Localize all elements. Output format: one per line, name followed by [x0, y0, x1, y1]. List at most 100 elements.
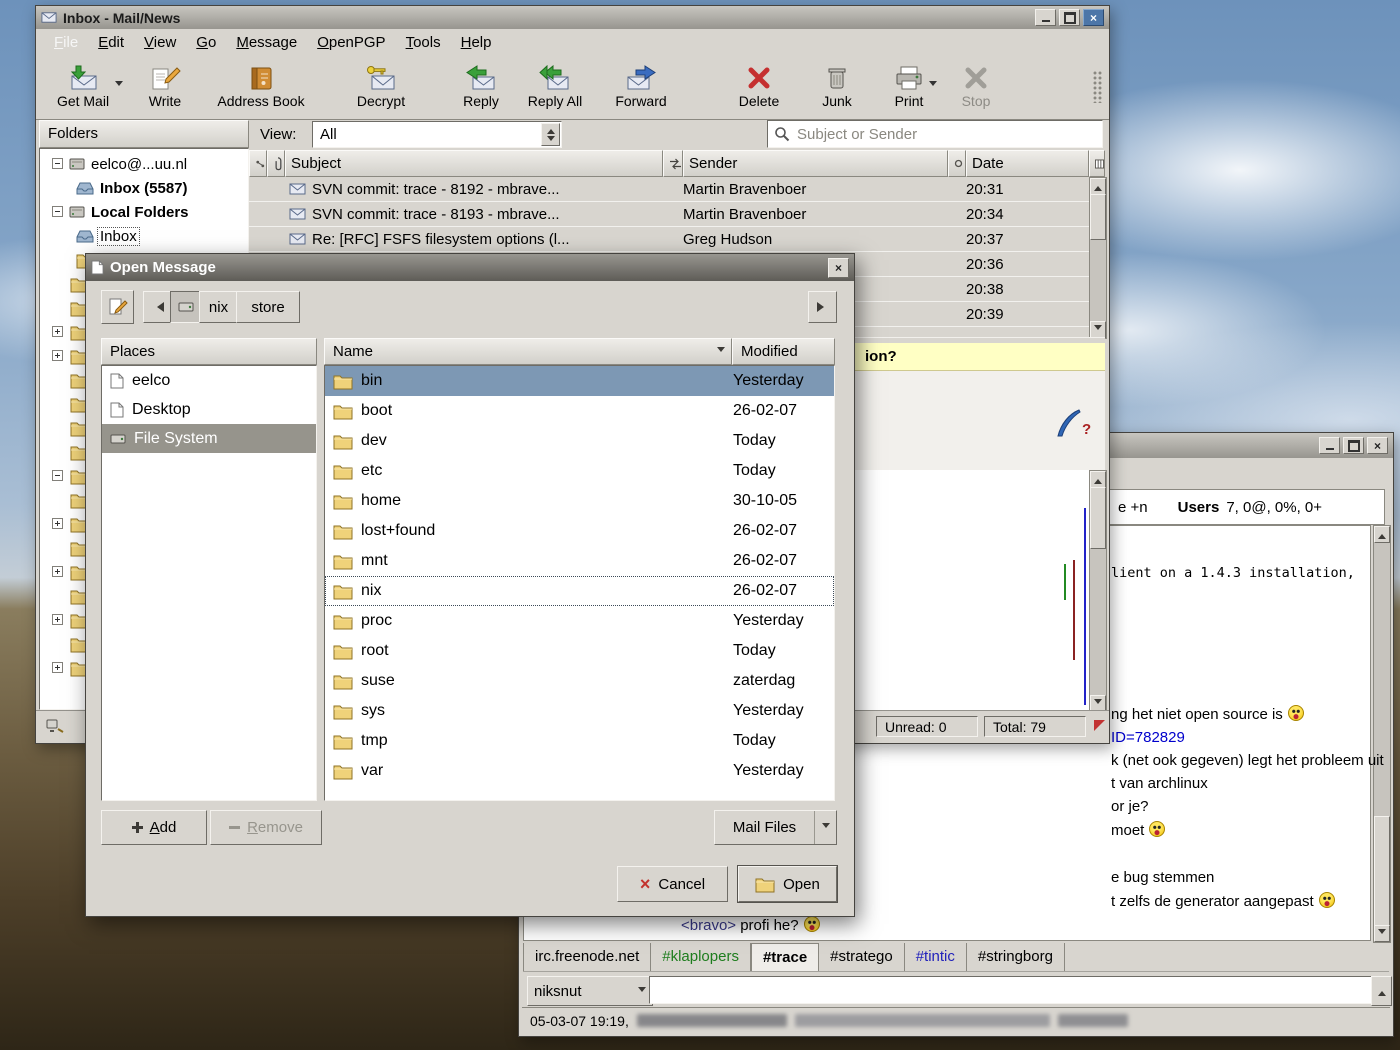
expand-icon[interactable] — [52, 614, 63, 625]
message-row[interactable]: Re: [RFC] FSFS filesystem options (l... … — [249, 227, 1089, 252]
collapse-expander-icon[interactable] — [52, 470, 63, 481]
path-forward-button[interactable] — [808, 291, 837, 323]
message-row[interactable]: SVN commit: trace - 8192 - mbrave... Mar… — [249, 177, 1089, 202]
dialog-titlebar[interactable]: Open Message × — [86, 254, 854, 281]
path-segment-store[interactable]: store — [236, 291, 300, 323]
expand-icon[interactable] — [52, 566, 63, 577]
forward-button[interactable]: Forward — [604, 59, 678, 115]
cancel-button[interactable]: × Cancel — [617, 866, 728, 902]
tab-server[interactable]: irc.freenode.net — [523, 943, 651, 971]
file-row[interactable]: bin Yesterday — [325, 366, 834, 396]
search-box[interactable] — [767, 120, 1103, 148]
mail-titlebar[interactable]: Inbox - Mail/News × — [36, 6, 1109, 29]
online-status-icon[interactable] — [46, 718, 64, 734]
toolbar-grip[interactable] — [1093, 71, 1103, 103]
collapse-expander-icon[interactable] — [52, 206, 63, 217]
combo-spin-buttons[interactable] — [541, 123, 560, 146]
modified-column-header[interactable]: Modified — [732, 338, 835, 365]
open-button[interactable]: Open — [738, 866, 837, 902]
folders-pane-header[interactable]: Folders — [39, 120, 249, 148]
message-body-scrollbar[interactable] — [1089, 470, 1107, 713]
reply-button[interactable]: Reply — [446, 59, 516, 115]
openpgp-pen-icon[interactable]: ? — [1055, 409, 1091, 439]
collapse-expander-icon[interactable] — [52, 158, 63, 169]
file-row[interactable]: dev Today — [325, 426, 834, 456]
scroll-up-arrow[interactable] — [1374, 526, 1390, 543]
junk-button[interactable]: Junk — [804, 59, 870, 115]
irc-message-input[interactable] — [649, 976, 1373, 1004]
close-button[interactable]: × — [828, 258, 849, 278]
close-button[interactable]: × — [1367, 437, 1388, 454]
folder-inbox-local[interactable]: Inbox — [40, 224, 248, 248]
tab-stratego[interactable]: #stratego — [819, 943, 905, 971]
attachment-column-header[interactable] — [267, 150, 285, 177]
file-row[interactable]: tmp Today — [325, 726, 834, 756]
menu-edit[interactable]: Edit — [88, 31, 134, 54]
address-book-button[interactable]: Address Book — [206, 59, 316, 115]
write-button[interactable]: Write — [124, 59, 206, 115]
scrollbar-thumb[interactable] — [1090, 487, 1106, 549]
folder-local-folders[interactable]: Local Folders — [40, 200, 248, 224]
irc-message-link[interactable]: ID=782829 — [1111, 729, 1185, 746]
minimize-button[interactable] — [1319, 437, 1340, 454]
close-button[interactable]: × — [1083, 9, 1104, 26]
place-eelco[interactable]: eelco — [102, 366, 316, 395]
search-input[interactable] — [795, 125, 1102, 144]
file-row[interactable]: var Yesterday — [325, 756, 834, 786]
file-row[interactable]: root Today — [325, 636, 834, 666]
scroll-down-arrow[interactable] — [1090, 321, 1106, 338]
file-row[interactable]: suse zaterdag — [325, 666, 834, 696]
maximize-button[interactable] — [1343, 437, 1364, 454]
menu-help[interactable]: Help — [451, 31, 502, 54]
menu-tools[interactable]: Tools — [396, 31, 451, 54]
tab-stringborg[interactable]: #stringborg — [967, 943, 1065, 971]
delete-button[interactable]: Delete — [724, 59, 794, 115]
menu-go[interactable]: Go — [186, 31, 226, 54]
history-up-button[interactable] — [1371, 976, 1392, 1006]
place-desktop[interactable]: Desktop — [102, 395, 316, 424]
file-row[interactable]: nix 26-02-07 — [325, 576, 834, 606]
view-filter-combo[interactable]: All — [312, 121, 562, 148]
irc-scrollbar[interactable] — [1373, 525, 1391, 943]
menu-view[interactable]: View — [134, 31, 186, 54]
sender-column-header[interactable]: Sender — [683, 150, 948, 177]
maximize-button[interactable] — [1059, 9, 1080, 26]
menu-file[interactable]: File — [44, 31, 88, 54]
scrollbar-thumb[interactable] — [1374, 816, 1390, 926]
add-place-button[interactable]: Add — [101, 810, 207, 845]
dropdown-arrow-icon[interactable] — [929, 81, 937, 90]
expand-icon[interactable] — [52, 326, 63, 337]
print-button[interactable]: Print — [880, 59, 938, 115]
file-row[interactable]: home 30-10-05 — [325, 486, 834, 516]
thread-column-header[interactable] — [249, 150, 267, 177]
nick-selector[interactable]: niksnut — [527, 976, 653, 1006]
file-row[interactable]: etc Today — [325, 456, 834, 486]
name-column-header[interactable]: Name — [324, 338, 732, 365]
scroll-up-arrow[interactable] — [1090, 178, 1106, 195]
file-row[interactable]: proc Yesterday — [325, 606, 834, 636]
tab-trace[interactable]: #trace — [751, 943, 819, 971]
column-picker-button[interactable] — [1089, 150, 1105, 177]
minimize-button[interactable] — [1035, 9, 1056, 26]
sort-column-header[interactable] — [663, 150, 683, 177]
date-column-header[interactable]: Date — [966, 150, 1089, 177]
dropdown-arrow-icon[interactable] — [115, 81, 123, 90]
places-header[interactable]: Places — [101, 338, 317, 365]
file-row[interactable]: sys Yesterday — [325, 696, 834, 726]
expand-icon[interactable] — [52, 350, 63, 361]
file-row[interactable]: lost+found 26-02-07 — [325, 516, 834, 546]
path-back-button[interactable] — [143, 291, 172, 323]
read-column-header[interactable] — [948, 150, 966, 177]
scroll-down-arrow[interactable] — [1374, 925, 1390, 942]
file-type-filter[interactable]: Mail Files — [714, 810, 837, 845]
file-row[interactable]: boot 26-02-07 — [325, 396, 834, 426]
menu-message[interactable]: Message — [226, 31, 307, 54]
file-row[interactable]: mnt 26-02-07 — [325, 546, 834, 576]
tab-klaplopers[interactable]: #klaplopers — [651, 943, 751, 971]
tab-tintic[interactable]: #tintic — [905, 943, 967, 971]
menu-openpgp[interactable]: OpenPGP — [307, 31, 395, 54]
expand-icon[interactable] — [52, 518, 63, 529]
path-segment-nix[interactable]: nix — [199, 291, 238, 323]
scrollbar-thumb[interactable] — [1090, 194, 1106, 240]
message-list-scrollbar[interactable] — [1089, 177, 1107, 339]
